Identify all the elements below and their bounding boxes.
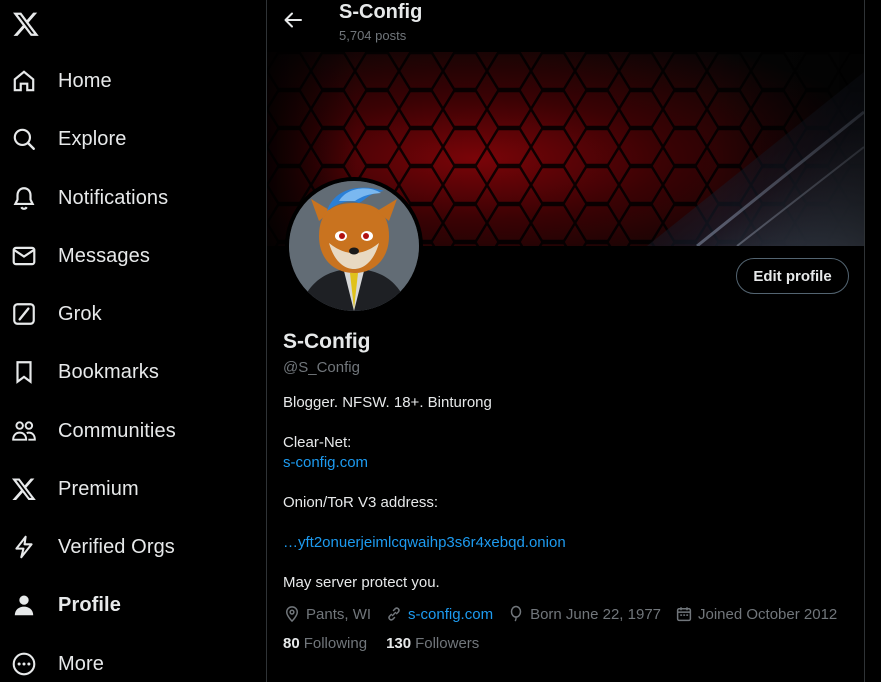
- sidebar-item-label: Explore: [58, 127, 127, 150]
- balloon-icon: [510, 605, 522, 622]
- sidebar-item-more[interactable]: More: [0, 639, 250, 682]
- search-icon: [11, 126, 37, 152]
- link-icon: [388, 607, 400, 621]
- lightning-icon: [11, 534, 37, 560]
- sidebar-item-verified-orgs[interactable]: Verified Orgs: [0, 522, 250, 572]
- sidebar-item-label: Bookmarks: [58, 360, 159, 383]
- sidebar-item-label: Home: [58, 69, 112, 92]
- sidebar-item-explore[interactable]: Explore: [0, 114, 250, 164]
- sidebar-item-label: Premium: [58, 477, 139, 500]
- sidebar-item-grok[interactable]: Grok: [0, 289, 250, 339]
- bio-clearnet-link[interactable]: s-config.com: [283, 454, 368, 471]
- following-count: 80: [283, 635, 300, 652]
- joined-item: Joined October 2012: [675, 605, 837, 623]
- bio-clearnet-label: Clear-Net:: [283, 434, 352, 451]
- avatar[interactable]: [285, 177, 423, 315]
- bio-onion-label: Onion/ToR V3 address:: [283, 494, 439, 511]
- header-title: S-Config: [339, 1, 423, 23]
- bio-onion-link[interactable]: …yft2onuerjeimlcqwaihp3s6r4xebqd.onion: [283, 534, 566, 551]
- sidebar-item-premium[interactable]: Premium: [0, 464, 250, 514]
- following-label: Following: [303, 635, 368, 652]
- grok-icon: [11, 301, 37, 327]
- sidebar-item-label: Grok: [58, 302, 102, 325]
- bio-closing: May server protect you.: [283, 574, 440, 591]
- bio-line: Blogger. NFSW. 18+. Binturong: [283, 394, 492, 411]
- x-logo-icon[interactable]: [12, 10, 40, 38]
- column-divider: [864, 0, 865, 682]
- follow-stats: 80 Following 130 Followers: [283, 635, 498, 652]
- followers-count: 130: [386, 635, 412, 652]
- sidebar-item-label: Notifications: [58, 186, 169, 209]
- birthday-text: Born June 22, 1977: [530, 605, 661, 623]
- envelope-icon: [11, 243, 37, 269]
- followers-label: Followers: [415, 635, 480, 652]
- sidebar-item-label: More: [58, 652, 104, 675]
- profile-display-name: S-Config: [283, 330, 371, 353]
- location-text: Pants, WI: [306, 605, 372, 623]
- sidebar: Home Explore Notifications Messages Grok…: [0, 0, 266, 682]
- profile-column: S-Config 5,704 posts Edit profile S-Conf…: [267, 0, 864, 682]
- bookmark-icon: [11, 359, 37, 385]
- person-icon: [11, 592, 37, 618]
- birthday-item: Born June 22, 1977: [507, 605, 661, 623]
- sidebar-item-communities[interactable]: Communities: [0, 406, 250, 456]
- sidebar-item-profile[interactable]: Profile: [0, 580, 250, 630]
- x-icon: [11, 476, 37, 502]
- sidebar-item-messages[interactable]: Messages: [0, 231, 250, 281]
- posts-count: 5,704 posts: [339, 28, 407, 43]
- website-item: s-config.com: [385, 605, 493, 623]
- location-pin-icon: [285, 606, 299, 623]
- people-icon: [11, 418, 37, 444]
- back-arrow-icon[interactable]: [281, 8, 305, 32]
- calendar-icon: [676, 607, 692, 622]
- home-icon: [11, 68, 37, 94]
- following-link[interactable]: 80 Following: [283, 635, 367, 652]
- sidebar-item-notifications[interactable]: Notifications: [0, 173, 250, 223]
- sidebar-item-bookmarks[interactable]: Bookmarks: [0, 347, 250, 397]
- sidebar-item-label: Profile: [58, 593, 121, 616]
- profile-meta: Pants, WI s-config.com Born June 22, 197…: [283, 603, 851, 625]
- sidebar-item-label: Verified Orgs: [58, 535, 175, 558]
- sidebar-item-label: Communities: [58, 419, 176, 442]
- joined-text: Joined October 2012: [698, 605, 838, 623]
- followers-link[interactable]: 130 Followers: [386, 635, 479, 652]
- profile-handle: @S_Config: [283, 359, 360, 376]
- bell-icon: [11, 185, 37, 211]
- sidebar-item-label: Messages: [58, 244, 150, 267]
- location-item: Pants, WI: [283, 605, 371, 623]
- edit-profile-button[interactable]: Edit profile: [736, 258, 849, 294]
- website-link[interactable]: s-config.com: [408, 606, 493, 623]
- sidebar-item-home[interactable]: Home: [0, 56, 250, 106]
- more-circle-icon: [11, 651, 37, 677]
- profile-header-bar: S-Config 5,704 posts: [267, 0, 864, 52]
